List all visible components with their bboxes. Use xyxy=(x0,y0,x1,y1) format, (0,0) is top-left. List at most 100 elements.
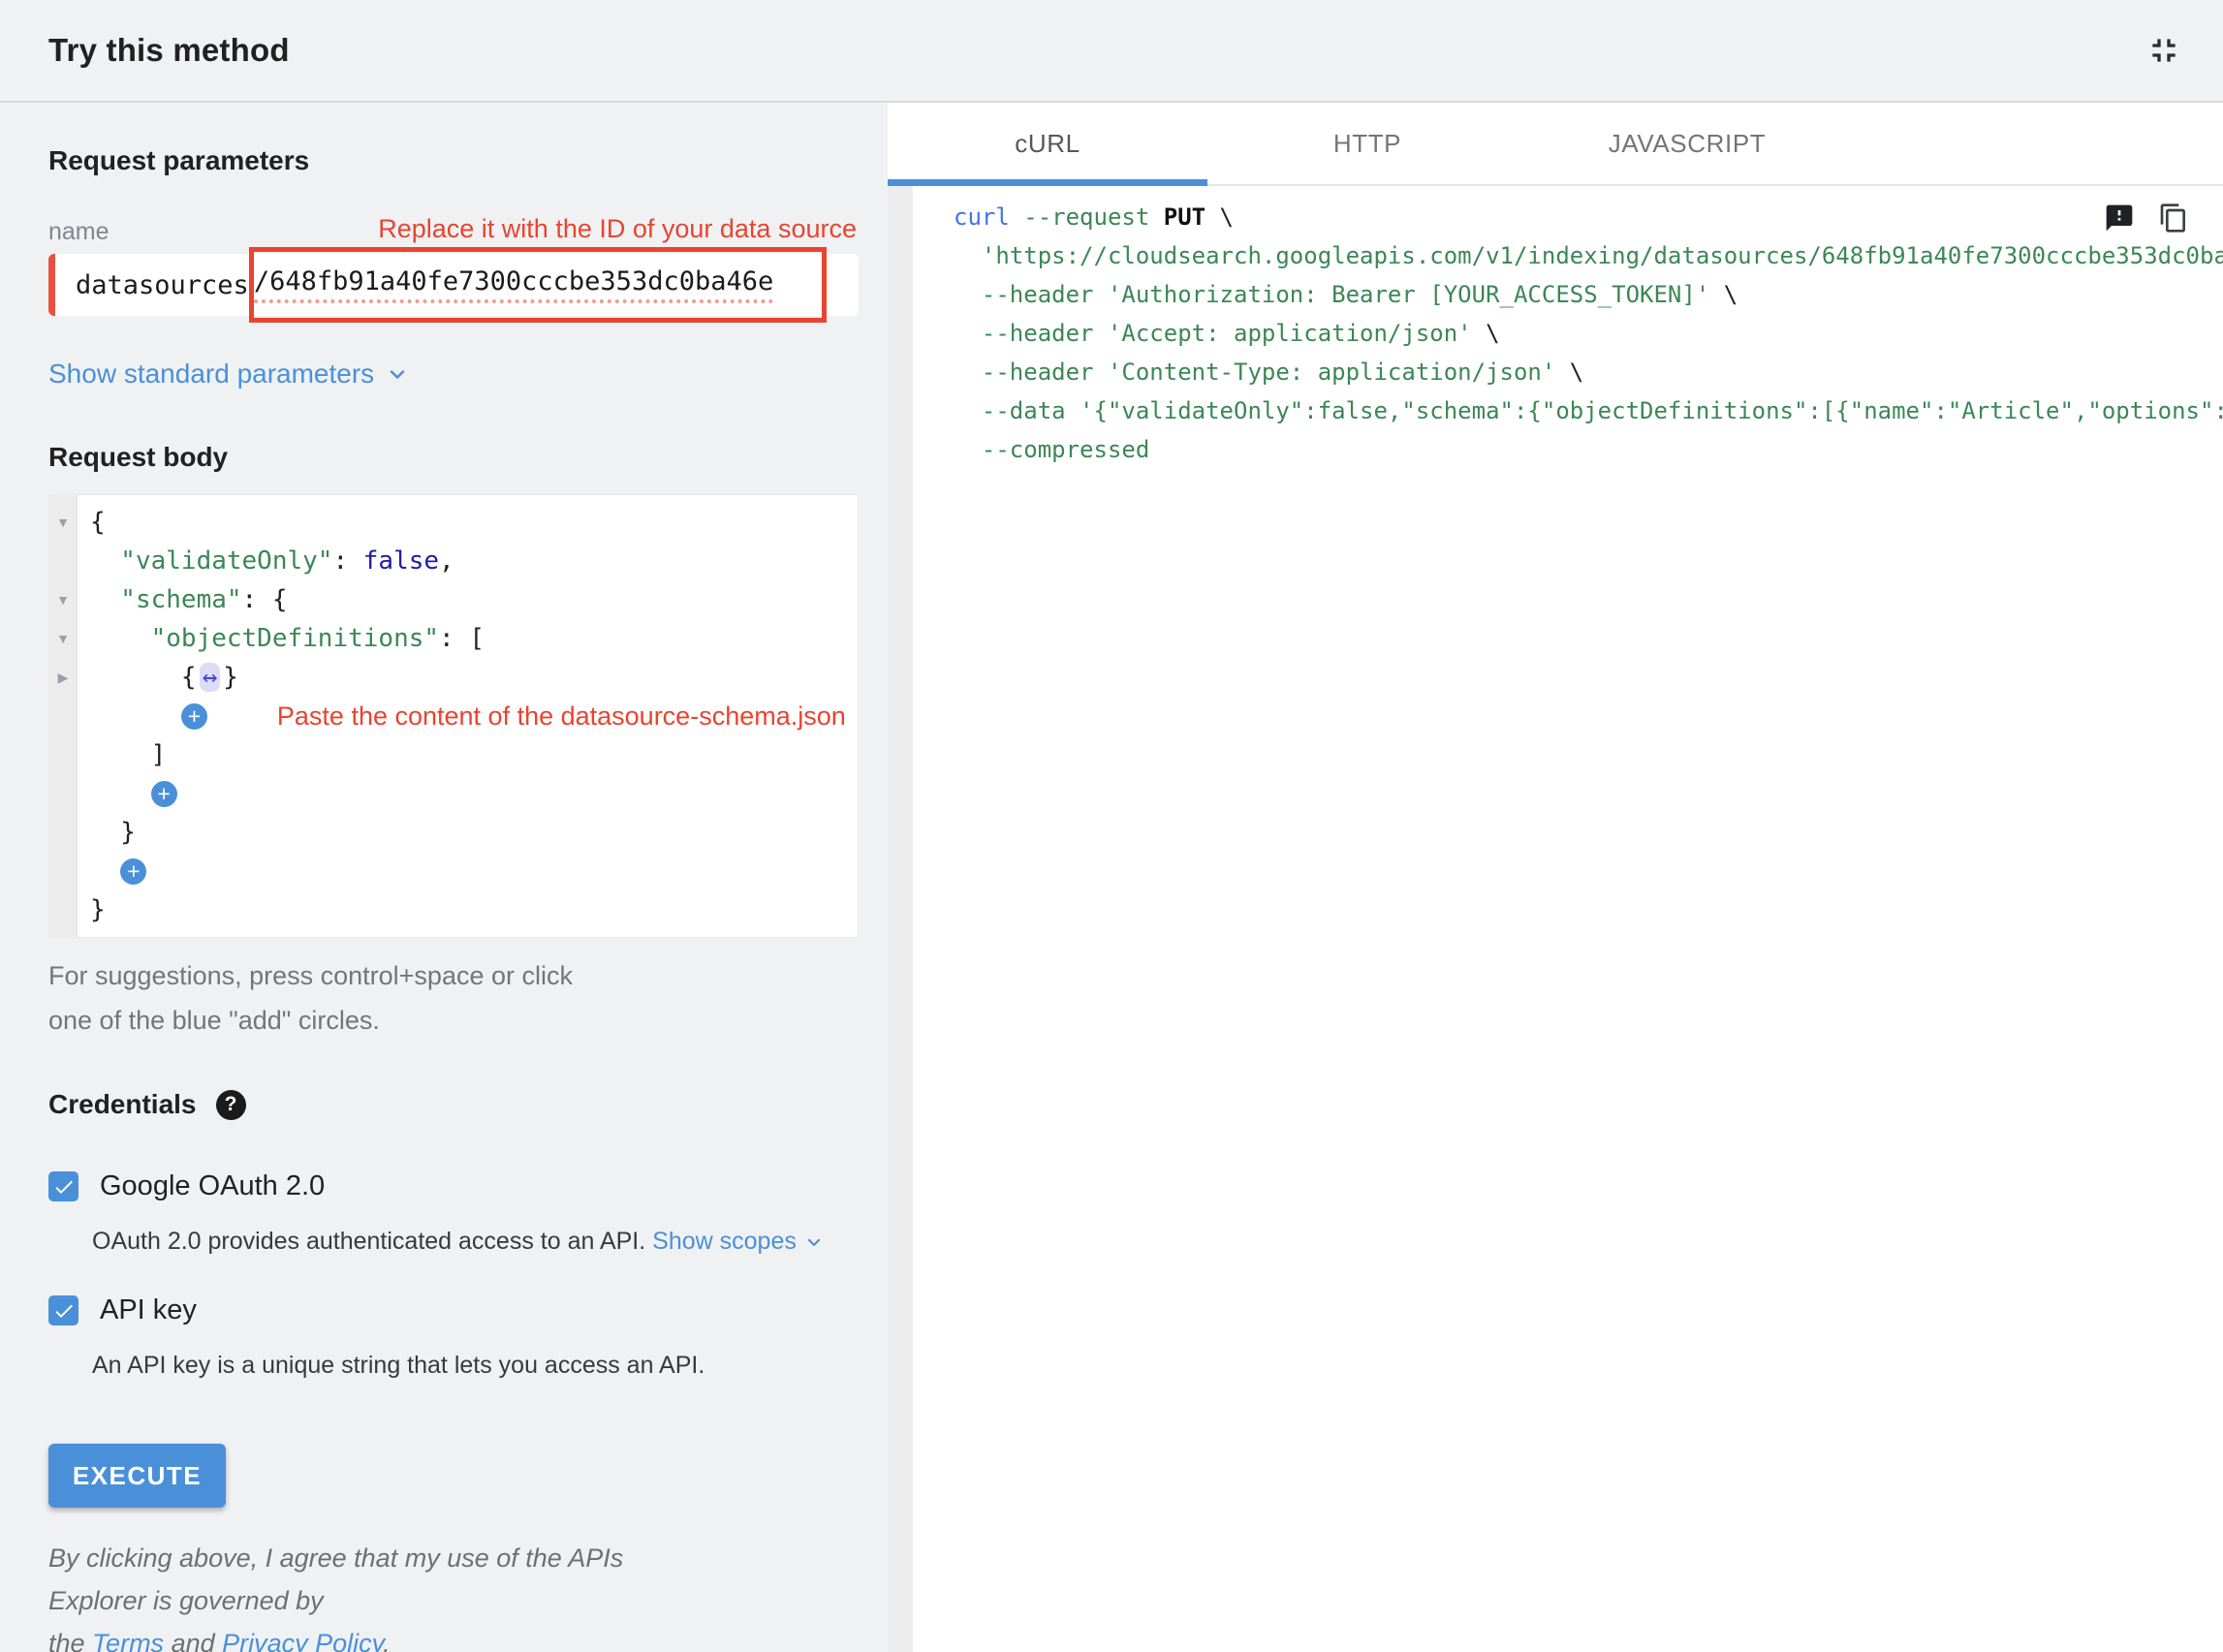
footer-separator: and xyxy=(164,1629,222,1652)
curl-code-line: 'https://cloudsearch.googleapis.com/v1/i… xyxy=(954,236,2223,275)
collapse-toggle-icon[interactable]: ▼ xyxy=(49,619,77,658)
editor-code-text: , xyxy=(439,546,454,576)
gutter-cell xyxy=(49,774,77,813)
name-value-datasource-id: /648fb91a40fe7300cccbe353dc0ba46e xyxy=(254,266,773,303)
curl-code-line: --header 'Content-Type: application/json… xyxy=(954,353,2223,391)
oauth-description-text: OAuth 2.0 provides authenticated access … xyxy=(92,1228,645,1255)
gutter-cell xyxy=(49,542,77,580)
show-standard-parameters-label: Show standard parameters xyxy=(48,358,374,390)
gutter-cell xyxy=(49,852,77,890)
add-field-button[interactable]: + xyxy=(120,858,146,885)
credentials-heading-label: Credentials xyxy=(48,1089,197,1120)
editor-code-text: { xyxy=(181,663,197,692)
gutter-cell xyxy=(49,890,77,929)
show-standard-parameters-link[interactable]: Show standard parameters xyxy=(48,358,409,390)
chevron-down-icon xyxy=(386,362,409,386)
editor-code-text: } xyxy=(90,895,106,924)
gutter-cell xyxy=(49,813,77,852)
api-key-description: An API key is a unique string that lets … xyxy=(92,1352,859,1380)
copy-icon[interactable] xyxy=(2157,202,2190,234)
api-key-credential-row: API key xyxy=(48,1294,859,1326)
api-key-label: API key xyxy=(100,1294,197,1326)
curl-code-line: --data '{"validateOnly":false,"schema":{… xyxy=(954,391,2223,430)
execute-button[interactable]: EXECUTE xyxy=(48,1444,226,1508)
show-scopes-label: Show scopes xyxy=(652,1228,797,1256)
request-parameters-heading: Request parameters xyxy=(48,145,859,176)
gutter-cell xyxy=(49,735,77,774)
editor-line: ▼{ xyxy=(49,503,858,542)
help-icon[interactable]: ? xyxy=(216,1090,246,1120)
editor-line: ▶ {↔} xyxy=(49,658,858,697)
tab-curl[interactable]: cURL xyxy=(888,103,1207,184)
editor-code-text: "objectDefinitions" xyxy=(151,624,439,653)
curl-code-line: --compressed xyxy=(954,430,2223,469)
feedback-icon xyxy=(2104,203,2135,234)
name-param-label: name xyxy=(48,218,110,246)
curl-code-area: curl --request PUT \ 'https://cloudsearc… xyxy=(888,186,2223,1652)
terms-link[interactable]: Terms xyxy=(92,1629,164,1652)
request-form-panel: Request parameters name Replace it with … xyxy=(0,103,888,1652)
editor-line: ▼"schema": { xyxy=(49,580,858,619)
annotation-highlight-box: /648fb91a40fe7300cccbe353dc0ba46e xyxy=(249,247,827,323)
code-toolbar xyxy=(2103,202,2190,234)
show-scopes-link[interactable]: Show scopes xyxy=(652,1228,824,1256)
expand-collapsed-object-button[interactable]: ↔ xyxy=(200,663,221,692)
fullscreen-exit-icon[interactable] xyxy=(2142,28,2186,73)
oauth-label: Google OAuth 2.0 xyxy=(100,1170,325,1202)
editor-code-text: false xyxy=(363,546,439,576)
api-key-description-text: An API key is a unique string that lets … xyxy=(92,1352,704,1379)
collapse-toggle-icon[interactable]: ▼ xyxy=(49,580,77,619)
editor-code-text: } xyxy=(223,663,238,692)
oauth-description: OAuth 2.0 provides authenticated access … xyxy=(92,1228,859,1256)
editor-line: + xyxy=(49,774,858,813)
editor-line: ▼ "objectDefinitions": [ xyxy=(49,619,858,658)
check-icon xyxy=(52,1175,76,1199)
collapse-toggle-icon[interactable]: ▼ xyxy=(49,503,77,542)
code-language-tabbar: cURLHTTPJAVASCRIPT xyxy=(888,103,2223,186)
name-param-input[interactable]: datasources/648fb91a40fe7300cccbe353dc0b… xyxy=(48,254,859,316)
tab-http[interactable]: HTTP xyxy=(1207,103,1527,184)
footer-line2-prefix: the xyxy=(48,1629,92,1652)
annotation-replace-id: Replace it with the ID of your data sour… xyxy=(378,214,857,244)
feedback-icon[interactable] xyxy=(2103,202,2136,234)
editor-code-text: } xyxy=(120,818,136,847)
editor-code-text: : [ xyxy=(439,624,485,653)
footer-line1: By clicking above, I agree that my use o… xyxy=(48,1543,623,1615)
editor-code-text: "validateOnly" xyxy=(120,546,332,576)
name-value-prefix: datasources xyxy=(76,270,249,300)
add-field-button[interactable]: + xyxy=(181,703,207,730)
request-body-editor[interactable]: ▼{"validateOnly": false,▼"schema": {▼"ob… xyxy=(48,494,859,938)
privacy-policy-link[interactable]: Privacy Policy xyxy=(222,1629,383,1652)
editor-line: "validateOnly": false, xyxy=(49,542,858,580)
curl-code-line: --header 'Authorization: Bearer [YOUR_AC… xyxy=(954,275,2223,314)
add-field-button[interactable]: + xyxy=(151,781,177,807)
editor-line: ] xyxy=(49,735,858,774)
editor-line: } xyxy=(49,813,858,852)
editor-code-text: ] xyxy=(151,740,167,769)
expand-toggle-icon[interactable]: ▶ xyxy=(49,658,77,697)
page-title: Try this method xyxy=(48,32,290,69)
curl-code-line: curl --request PUT \ xyxy=(954,198,2223,236)
credentials-heading: Credentials ? xyxy=(48,1089,859,1120)
chevron-down-icon xyxy=(804,1232,824,1252)
editor-hint-text: For suggestions, press control+space or … xyxy=(48,953,615,1043)
editor-line: } xyxy=(49,890,858,929)
request-body-heading: Request body xyxy=(48,442,859,473)
editor-code-text: : { xyxy=(242,585,288,614)
oauth-checkbox[interactable] xyxy=(48,1171,78,1201)
try-this-method-panel: Try this method Request parameters name … xyxy=(0,0,2223,1652)
editor-code-text: : xyxy=(332,546,362,576)
fullscreen-exit-icon xyxy=(2145,31,2183,70)
tab-javascript[interactable]: JAVASCRIPT xyxy=(1527,103,1847,184)
api-key-checkbox[interactable] xyxy=(48,1295,78,1325)
editor-line: + xyxy=(49,852,858,890)
check-icon xyxy=(52,1299,76,1323)
code-sample-panel: cURLHTTPJAVASCRIPT curl --request PUT \ xyxy=(888,103,2223,1652)
curl-code-line: --header 'Accept: application/json' \ xyxy=(954,314,2223,353)
footer-period: . xyxy=(383,1629,391,1652)
terms-footer: By clicking above, I agree that my use o… xyxy=(48,1537,669,1652)
editor-line: +Paste the content of the datasource-sch… xyxy=(49,697,858,735)
name-param-row: name Replace it with the ID of your data… xyxy=(48,209,859,246)
gutter-cell xyxy=(49,697,77,735)
editor-code-text: { xyxy=(90,508,106,537)
